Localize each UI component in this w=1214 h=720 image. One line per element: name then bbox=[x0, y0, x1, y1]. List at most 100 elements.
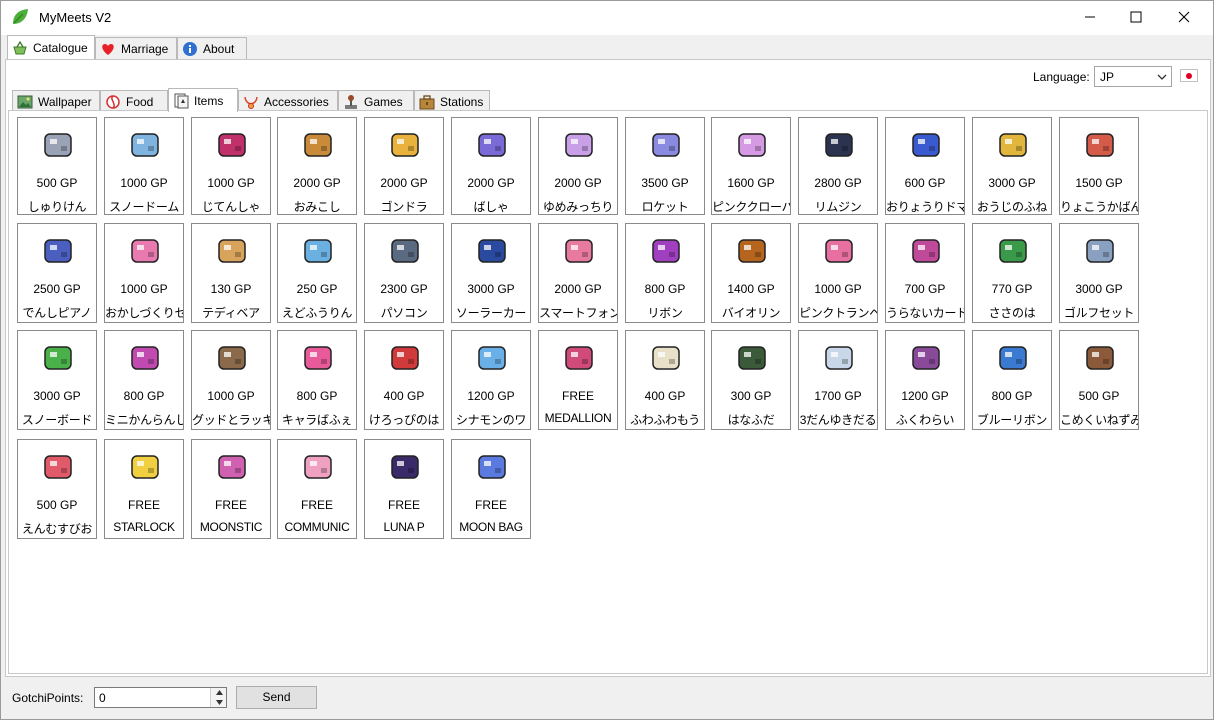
item-card[interactable]: 2000 GP ばしゃ bbox=[451, 117, 531, 215]
item-card[interactable]: 2000 GP ゴンドラ bbox=[364, 117, 444, 215]
item-card[interactable]: 1200 GP ふくわらい bbox=[885, 330, 965, 430]
item-card[interactable]: 800 GP ブルーリボン bbox=[972, 330, 1052, 430]
tab-wallpaper[interactable]: Wallpaper bbox=[12, 90, 100, 112]
moon-stick-icon bbox=[213, 448, 251, 486]
item-card[interactable]: 1200 GP シナモンのワ bbox=[451, 330, 531, 430]
item-price: 1400 GP bbox=[727, 282, 775, 296]
item-card[interactable]: 800 GP リボン bbox=[625, 223, 705, 323]
omamori-icon bbox=[39, 448, 77, 486]
item-card[interactable]: 3000 GP スノーボード bbox=[17, 330, 97, 430]
item-card[interactable]: 300 GP はなふだ bbox=[711, 330, 791, 430]
tab-accessories[interactable]: Accessories bbox=[238, 90, 338, 112]
tab-about[interactable]: About bbox=[177, 37, 247, 59]
item-name: でんしピアノ bbox=[22, 306, 92, 320]
item-name: おりょうりドマ bbox=[886, 200, 964, 214]
item-card[interactable]: FREE MOON BAG bbox=[451, 439, 531, 539]
item-name: ブルーリボン bbox=[976, 413, 1048, 427]
item-price: 1700 GP bbox=[814, 389, 862, 403]
title-bar: MyMeets V2 bbox=[1, 1, 1213, 35]
gotchipoints-value: 0 bbox=[99, 691, 106, 705]
item-price: 700 GP bbox=[904, 282, 946, 296]
item-price: 2800 GP bbox=[814, 176, 862, 190]
item-name: テディベア bbox=[202, 306, 260, 320]
tab-label: About bbox=[203, 41, 235, 56]
item-card[interactable]: FREE LUNA P bbox=[364, 439, 444, 539]
item-card[interactable]: 3000 GP ソーラーカー bbox=[451, 223, 531, 323]
footer-bar: GotchiPoints: 0 Send bbox=[1, 679, 1213, 719]
item-card[interactable]: 800 GP キャラばふぇ bbox=[277, 330, 357, 430]
item-card[interactable]: 770 GP ささのは bbox=[972, 223, 1052, 323]
spin-up-button[interactable] bbox=[211, 688, 227, 697]
item-name: 3だんゆきだる bbox=[799, 413, 877, 427]
item-card[interactable]: 1700 GP 3だんゆきだる bbox=[798, 330, 878, 430]
item-price: 1600 GP bbox=[727, 176, 775, 190]
language-select[interactable]: JP bbox=[1094, 66, 1172, 87]
item-card[interactable]: 130 GP テディベア bbox=[191, 223, 271, 323]
item-card[interactable]: FREE STARLOCK bbox=[104, 439, 184, 539]
item-card[interactable]: 1400 GP バイオリン bbox=[711, 223, 791, 323]
item-price: FREE bbox=[300, 498, 333, 512]
item-card[interactable]: 500 GP しゅりけん bbox=[17, 117, 97, 215]
item-card[interactable]: 250 GP えどふうりん bbox=[277, 223, 357, 323]
item-price: 1000 GP bbox=[207, 176, 255, 190]
item-card[interactable]: 1000 GP じてんしゃ bbox=[191, 117, 271, 215]
item-card[interactable]: 1000 GP おかしづくりセ bbox=[104, 223, 184, 323]
item-card[interactable]: 2000 GP ゆめみっちり bbox=[538, 117, 618, 215]
tab-catalogue[interactable]: Catalogue bbox=[7, 35, 95, 59]
item-card[interactable]: 3000 GP おうじのふね bbox=[972, 117, 1052, 215]
item-card[interactable]: FREE MOONSTIC bbox=[191, 439, 271, 539]
item-name: こめくいねずみ bbox=[1060, 413, 1138, 427]
ferris-wheel-icon bbox=[126, 339, 164, 377]
item-card[interactable]: 3500 GP ロケット bbox=[625, 117, 705, 215]
item-card[interactable]: 1000 GP グッドとラッキ bbox=[191, 330, 271, 430]
item-price: 1000 GP bbox=[120, 282, 168, 296]
item-card[interactable]: 500 GP こめくいねずみ bbox=[1059, 330, 1139, 430]
tab-stations[interactable]: Stations bbox=[414, 90, 490, 112]
maximize-button[interactable] bbox=[1113, 1, 1159, 33]
item-card[interactable]: 2800 GP リムジン bbox=[798, 117, 878, 215]
item-card[interactable]: 500 GP えんむすびお bbox=[17, 439, 97, 539]
item-card[interactable]: FREE MEDALLION bbox=[538, 330, 618, 430]
item-card[interactable]: 2000 GP スマートフォン bbox=[538, 223, 618, 323]
item-card[interactable]: 1600 GP ピンククローバ bbox=[711, 117, 791, 215]
item-price: 3000 GP bbox=[1075, 282, 1123, 296]
item-card[interactable]: 1000 GP スノードーム bbox=[104, 117, 184, 215]
item-card[interactable]: 600 GP おりょうりドマ bbox=[885, 117, 965, 215]
item-name: リムジン bbox=[814, 200, 862, 214]
item-price: 2300 GP bbox=[380, 282, 428, 296]
ribbon-icon bbox=[647, 232, 685, 270]
tab-food[interactable]: Food bbox=[100, 90, 168, 112]
mikoshi-icon bbox=[299, 126, 337, 164]
item-price: FREE bbox=[474, 498, 507, 512]
item-card[interactable]: 800 GP ミニかんらんし bbox=[104, 330, 184, 430]
close-button[interactable] bbox=[1161, 1, 1207, 33]
item-card[interactable]: 1500 GP りょこうかばん bbox=[1059, 117, 1139, 215]
fluffy-blanket-icon bbox=[647, 339, 685, 377]
spin-down-button[interactable] bbox=[211, 698, 227, 707]
gotchipoints-input[interactable]: 0 bbox=[94, 687, 227, 708]
item-card[interactable]: FREE COMMUNIC bbox=[277, 439, 357, 539]
minimize-button[interactable] bbox=[1067, 1, 1113, 33]
item-price: 1000 GP bbox=[120, 176, 168, 190]
item-card[interactable]: 400 GP けろっぴのは bbox=[364, 330, 444, 430]
item-card[interactable]: 700 GP うらないカード bbox=[885, 223, 965, 323]
item-card[interactable]: 2500 GP でんしピアノ bbox=[17, 223, 97, 323]
japan-flag-icon[interactable] bbox=[1180, 69, 1198, 82]
tab-games[interactable]: Games bbox=[338, 90, 414, 112]
item-price: 800 GP bbox=[296, 389, 338, 403]
medallion-icon bbox=[560, 339, 598, 377]
item-name: ばしゃ bbox=[473, 200, 509, 214]
item-price: 1000 GP bbox=[207, 389, 255, 403]
item-card[interactable]: 1000 GP ピンクトランペ bbox=[798, 223, 878, 323]
item-card[interactable]: 400 GP ふわふわもう bbox=[625, 330, 705, 430]
picture-icon bbox=[17, 94, 33, 110]
send-button[interactable]: Send bbox=[236, 686, 317, 709]
tab-marriage[interactable]: Marriage bbox=[95, 37, 177, 59]
item-name: キャラばふぇ bbox=[281, 413, 353, 427]
tab-items[interactable]: Items bbox=[168, 88, 238, 112]
tab-label: Marriage bbox=[121, 41, 169, 56]
item-price: 400 GP bbox=[383, 389, 425, 403]
item-card[interactable]: 2300 GP パソコン bbox=[364, 223, 444, 323]
item-card[interactable]: 3000 GP ゴルフセット bbox=[1059, 223, 1139, 323]
item-card[interactable]: 2000 GP おみこし bbox=[277, 117, 357, 215]
